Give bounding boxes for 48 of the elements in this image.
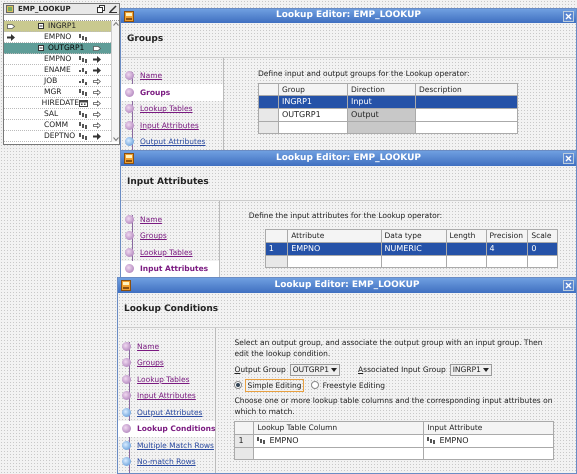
- scroll-down-icon[interactable]: [112, 137, 118, 142]
- table-cell[interactable]: NUMERIC: [381, 242, 446, 255]
- text-type-icon: [79, 66, 88, 74]
- app-icon: [121, 280, 131, 291]
- scroll-up-icon[interactable]: [112, 21, 118, 26]
- numeric-type-icon: [79, 122, 88, 128]
- table-cell[interactable]: EMPNO: [288, 242, 382, 255]
- input-group-icon: [7, 22, 15, 30]
- text-type-icon: [79, 78, 88, 84]
- numeric-type-icon: [257, 436, 266, 444]
- numeric-type-icon: [427, 436, 436, 444]
- collapse-icon[interactable]: [38, 45, 44, 51]
- row-number: 1: [234, 434, 254, 447]
- caret-icon: [331, 368, 338, 372]
- page-heading: Input Attributes: [127, 176, 209, 190]
- window-title: Lookup Editor: EMP_LOOKUP: [276, 152, 422, 165]
- numeric-type-icon: [79, 88, 88, 96]
- table-cell[interactable]: EMPNO: [424, 434, 554, 447]
- edit-icon[interactable]: [109, 5, 117, 13]
- numeric-type-icon: [79, 132, 88, 140]
- numeric-type-icon: [79, 56, 88, 62]
- app-icon: [124, 153, 134, 164]
- window-title: Lookup Editor: EMP_LOOKUP: [276, 9, 422, 22]
- app-icon: [124, 11, 134, 22]
- numeric-type-icon: [79, 110, 88, 118]
- operator-icon: [6, 5, 14, 13]
- close-button[interactable]: [563, 153, 574, 164]
- radio-button[interactable]: [310, 381, 319, 390]
- output-group-icon: [93, 44, 101, 52]
- table-cell[interactable]: OUTGRP1: [278, 108, 348, 122]
- table-cell[interactable]: Output: [348, 108, 416, 122]
- calendar-type-icon: [79, 99, 88, 107]
- table-cell[interactable]: EMPNO: [254, 434, 424, 447]
- table-cell[interactable]: INGRP1: [278, 96, 348, 108]
- collapse-icon[interactable]: [38, 23, 44, 29]
- close-button[interactable]: [563, 11, 574, 22]
- window-title: Lookup Editor: EMP_LOOKUP: [274, 278, 420, 292]
- table-cell[interactable]: 4: [486, 242, 528, 255]
- radio-button[interactable]: [234, 381, 242, 390]
- numeric-type-icon: [79, 34, 88, 40]
- restore-icon[interactable]: [97, 5, 105, 13]
- page-heading: Groups: [127, 32, 164, 46]
- close-button[interactable]: [563, 280, 574, 291]
- page-heading: Lookup Conditions: [124, 303, 218, 316]
- row-number: 1: [265, 242, 288, 255]
- caret-icon: [482, 368, 489, 372]
- table-cell[interactable]: Input: [348, 96, 416, 108]
- scrollbar[interactable]: [111, 21, 119, 142]
